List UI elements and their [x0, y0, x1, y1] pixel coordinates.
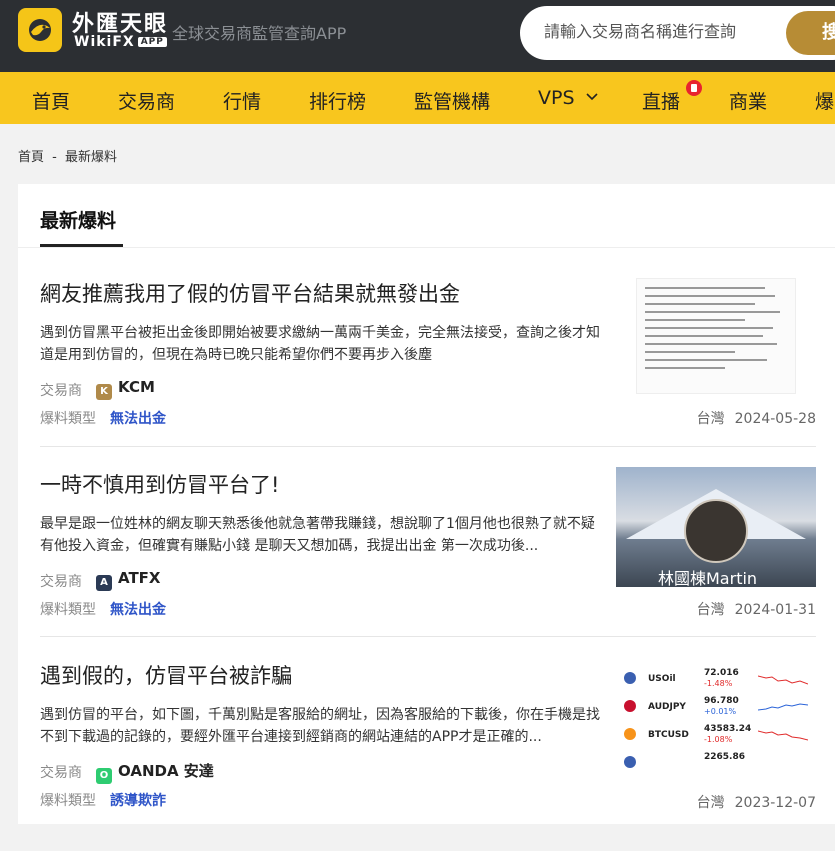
post-title[interactable]: 網友推薦我用了假的仿冒平台結果就無發出金 [40, 278, 460, 308]
flag-icon [624, 700, 636, 712]
nav-item-home[interactable]: 首頁 [32, 87, 70, 114]
quote-change: +0.01% [704, 707, 737, 716]
type-label: 爆料類型 [40, 602, 96, 618]
quote-symbol: USOil [648, 674, 676, 684]
main-nav: 首頁 交易商 行情 排行榜 監管機構 VPS 直播 商業 爆 [0, 72, 835, 124]
oanda-logo-icon: O [96, 768, 112, 784]
quote-row: USOil 72.016 -1.48% [624, 666, 814, 692]
kcm-logo-icon: K [96, 384, 112, 400]
quote-symbol: AUDJPY [648, 702, 686, 712]
quote-row: BTCUSD 43583.24 -1.08% [624, 722, 814, 748]
post-description: 遇到仿冒黑平台被拒出金後即開始被要求繳納一萬兩千美金，完全無法接受，查詢之後才知… [40, 325, 600, 363]
screenshot-thumbnail [636, 278, 796, 394]
app-badge: APP [137, 37, 167, 47]
quote-symbol: BTCUSD [648, 730, 689, 740]
sparkline-icon [758, 730, 808, 741]
quote-row: AUDJPY 96.780 +0.01% [624, 694, 814, 720]
divider [18, 247, 835, 248]
top-header: 外匯天眼 WikiFXAPP 全球交易商監管查詢APP 搜 [0, 0, 835, 72]
section-title[interactable]: 最新爆料 [40, 206, 116, 233]
quote-value: 43583.24 [704, 724, 752, 734]
sparkline-icon [758, 703, 808, 711]
quote-change: -1.48% [704, 679, 733, 688]
content-card: 最新爆料 網友推薦我用了假的仿冒平台結果就無發出金 遇到仿冒黑平台被拒出金後即開… [18, 184, 835, 824]
breadcrumb-separator: - [52, 150, 57, 165]
exposure-type-link[interactable]: 無法出金 [110, 599, 166, 619]
nav-item-live[interactable]: 直播 [642, 87, 680, 114]
nav-item-regulators[interactable]: 監管機構 [414, 87, 490, 114]
broker-link[interactable]: K KCM [96, 378, 155, 400]
breadcrumb: 首頁 - 最新爆料 [18, 146, 117, 165]
quote-change: -1.08% [704, 735, 733, 744]
exposure-type-link[interactable]: 誘導欺詐 [110, 790, 166, 810]
nav-item-exposure[interactable]: 爆 [815, 87, 834, 114]
atfx-logo-icon: A [96, 575, 112, 591]
post-thumbnail[interactable]: USOil 72.016 -1.48% AUDJPY 96.780 +0.01%… [616, 660, 816, 780]
wikifx-logo[interactable] [18, 8, 62, 52]
post-location: 台灣 [696, 411, 725, 427]
quote-value: 2265.86 [704, 752, 745, 762]
flag-icon [624, 728, 636, 740]
post-meta: 台灣 2023-12-07 [687, 792, 816, 812]
thumbnail-caption: 林國棟Martin [658, 569, 758, 587]
post-title[interactable]: 一時不慎用到仿冒平台了! [40, 469, 279, 499]
avatar [684, 499, 748, 563]
post-title[interactable]: 遇到假的，仿冒平台被詐騙 [40, 660, 292, 690]
broker-label: 交易商 [40, 574, 82, 590]
post-thumbnail[interactable] [616, 278, 816, 398]
broker-name: OANDA 安達 [118, 762, 214, 780]
post-meta: 台灣 2024-05-28 [687, 408, 816, 428]
breadcrumb-current: 最新爆料 [65, 150, 118, 165]
nav-item-business[interactable]: 商業 [729, 87, 767, 114]
type-label: 爆料類型 [40, 411, 96, 427]
search-input[interactable] [544, 22, 784, 41]
broker-link[interactable]: A ATFX [96, 569, 161, 591]
nav-item-vps[interactable]: VPS [538, 87, 599, 109]
nav-item-rankings[interactable]: 排行榜 [309, 87, 366, 114]
post-description: 遇到仿冒的平台，如下圖，千萬別點是客服給的網址，因為客服給的下載後，你在手機是找… [40, 707, 600, 745]
sparkline-icon [758, 675, 808, 685]
brand-name-en: WikiFX APP [74, 34, 167, 50]
post-date: 2023-12-07 [734, 795, 816, 811]
post-item[interactable]: 網友推薦我用了假的仿冒平台結果就無發出金 遇到仿冒黑平台被拒出金後即開始被要求繳… [40, 278, 816, 469]
quotes-thumbnail: USOil 72.016 -1.48% AUDJPY 96.780 +0.01%… [616, 664, 816, 780]
post-description: 最早是跟一位姓林的網友聊天熟悉後他就急著帶我賺錢，想說聊了1個月他也很熟了就不疑… [40, 516, 595, 554]
eagle-icon [29, 19, 51, 41]
breadcrumb-home[interactable]: 首頁 [18, 150, 44, 165]
quote-value: 72.016 [704, 668, 739, 678]
broker-name: ATFX [118, 569, 161, 587]
flag-icon [624, 756, 636, 768]
tagline: 全球交易商監管查詢APP [172, 24, 347, 43]
post-date: 2024-05-28 [734, 411, 816, 427]
post-item[interactable]: 遇到假的，仿冒平台被詐騙 遇到仿冒的平台，如下圖，千萬別點是客服給的網址，因為客… [40, 660, 816, 851]
post-location: 台灣 [696, 602, 725, 618]
broker-link[interactable]: O OANDA 安達 [96, 760, 214, 784]
quote-value: 96.780 [704, 696, 739, 706]
search-button[interactable]: 搜 [786, 11, 835, 55]
search-bar: 搜 [520, 6, 835, 60]
post-thumbnail[interactable]: 林國棟Martin [616, 467, 816, 587]
broker-label: 交易商 [40, 383, 82, 399]
chevron-down-icon [585, 93, 598, 101]
post-meta: 台灣 2024-01-31 [687, 599, 816, 619]
nav-item-vps-label: VPS [538, 87, 575, 109]
exposure-type-link[interactable]: 無法出金 [110, 408, 166, 428]
broker-label: 交易商 [40, 765, 82, 781]
flag-icon [624, 672, 636, 684]
type-label: 爆料類型 [40, 793, 96, 809]
nav-item-brokers[interactable]: 交易商 [118, 87, 175, 114]
quote-row: 2265.86 [624, 750, 814, 776]
live-icon [686, 80, 702, 96]
post-date: 2024-01-31 [734, 602, 816, 618]
post-location: 台灣 [696, 795, 725, 811]
divider [40, 636, 816, 637]
divider [40, 446, 816, 447]
nav-item-quotes[interactable]: 行情 [223, 87, 261, 114]
post-item[interactable]: 一時不慎用到仿冒平台了! 最早是跟一位姓林的網友聊天熟悉後他就急著帶我賺錢，想說… [40, 467, 816, 660]
broker-name: KCM [118, 378, 155, 396]
